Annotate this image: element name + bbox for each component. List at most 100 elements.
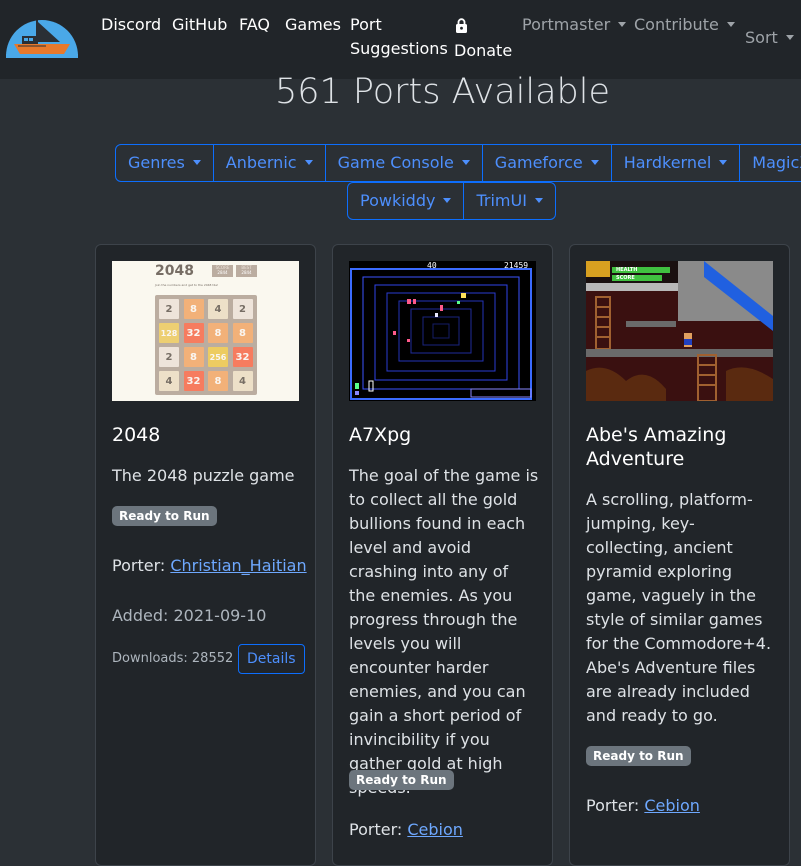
filter-label: MagicX: [752, 153, 801, 172]
download-count: Downloads: 28552: [112, 651, 234, 666]
thumb-hud-right: 21459: [504, 261, 529, 270]
filter-label: Powkiddy: [360, 191, 436, 210]
filter-magicx-dropdown[interactable]: MagicX: [740, 145, 801, 181]
lock-icon: [456, 18, 467, 33]
thumb-best-value: 2844: [241, 270, 252, 275]
board-tile: 8: [183, 347, 204, 367]
port-screenshot-2048[interactable]: 2048 SCORE 2844 BEST 2844 Join the numbe…: [112, 261, 299, 401]
thumb-board: 2 8 4 2 128 32 8 8 2 8 256 32 4 32 8 4: [155, 295, 257, 395]
added-date: Added: 2021-09-10: [112, 606, 267, 625]
details-button[interactable]: Details: [238, 644, 305, 674]
sort-dropdown[interactable]: Sort: [745, 26, 794, 50]
filter-hardkernel-dropdown[interactable]: Hardkernel: [612, 145, 741, 181]
nav-link-discord[interactable]: Discord: [101, 13, 161, 37]
board-tile: 4: [159, 371, 179, 391]
thumb-hud-left: 40: [427, 261, 437, 270]
filter-anbernic-dropdown[interactable]: Anbernic: [214, 145, 326, 181]
filter-group-row-2: Powkiddy TrimUI: [347, 182, 556, 220]
card-title: Abe's Amazing Adventure: [586, 423, 776, 471]
navbar: Discord GitHub FAQ Games Port Suggestion…: [0, 0, 801, 79]
port-card-2048: 2048 SCORE 2844 BEST 2844 Join the numbe…: [95, 244, 316, 866]
nav-link-donate[interactable]: Donate: [454, 39, 512, 63]
board-tile: 128: [159, 323, 179, 343]
port-card-a7xpg: 40 21459 A7Xpg The goal of the game is t…: [332, 244, 553, 866]
porter-label: Porter:: [349, 820, 403, 839]
card-title: 2048: [112, 424, 161, 446]
filter-label: Gameforce: [494, 153, 583, 172]
ready-to-run-badge: Ready to Run: [349, 770, 454, 790]
card-description: The goal of the game is to collect all t…: [349, 466, 539, 797]
port-suggestions-line-1: Port: [350, 15, 382, 34]
porter-line: Porter: Christian_Haitian: [112, 554, 307, 578]
board-tile: 4: [208, 299, 228, 319]
chevron-down-icon: [534, 198, 543, 203]
port-card-abes-amazing-adventure: HEALTH SCORE Abe's Amazing Adventure A s…: [569, 244, 790, 866]
card-title-line-2: Adventure: [586, 448, 685, 470]
porter-link[interactable]: Christian_Haitian: [170, 556, 306, 575]
thumb-game-title: 2048: [155, 263, 194, 279]
a7xpg-game-scene: [350, 268, 532, 400]
thumb-best-box: BEST 2844: [236, 265, 257, 277]
filter-powkiddy-dropdown[interactable]: Powkiddy: [348, 183, 465, 219]
chevron-down-icon: [304, 160, 313, 165]
chevron-down-icon: [461, 160, 470, 165]
filter-label: TrimUI: [476, 191, 527, 210]
chevron-down-icon: [590, 160, 599, 165]
filter-label: Hardkernel: [623, 153, 712, 172]
port-suggestions-line-2: Suggestions: [350, 39, 448, 58]
board-tile: 32: [183, 371, 204, 391]
chevron-down-icon: [726, 22, 735, 27]
card-description: A scrolling, platform-jumping, key-colle…: [586, 490, 772, 725]
filter-game-console-dropdown[interactable]: Game Console: [326, 145, 483, 181]
filter-label: Genres: [128, 153, 185, 172]
board-tile: 2: [159, 347, 179, 367]
thumb-score-box: SCORE 2844: [212, 265, 233, 277]
board-tile: 8: [183, 299, 204, 319]
board-tile: 8: [208, 323, 228, 343]
port-screenshot-a7xpg[interactable]: 40 21459: [349, 261, 536, 401]
portmaster-boat-logo[interactable]: [6, 14, 78, 58]
thumb-score-value: 2844: [217, 270, 228, 275]
filter-gameforce-dropdown[interactable]: Gameforce: [483, 145, 612, 181]
card-title-line-1: Abe's Amazing: [586, 424, 727, 446]
abes-adventure-game-scene: [586, 261, 773, 401]
card-title: A7Xpg: [349, 424, 412, 446]
ready-to-run-badge: Ready to Run: [586, 746, 691, 766]
nav-link-port-suggestions[interactable]: Port Suggestions: [350, 13, 448, 61]
thumb-subtitle: Join the numbers and get to the 2048 til…: [155, 283, 219, 287]
filter-genres-dropdown[interactable]: Genres: [116, 145, 214, 181]
chevron-down-icon: [785, 35, 794, 40]
porter-line: Porter: Cebion: [349, 818, 463, 842]
board-tile: 8: [232, 323, 253, 343]
nav-link-faq[interactable]: FAQ: [239, 13, 270, 37]
porter-link[interactable]: Cebion: [644, 796, 700, 815]
chevron-down-icon: [719, 160, 728, 165]
porter-label: Porter:: [112, 556, 166, 575]
filter-label: Game Console: [337, 153, 454, 172]
chevron-down-icon: [618, 22, 627, 27]
board-tile: 32: [183, 323, 204, 343]
porter-link[interactable]: Cebion: [407, 820, 463, 839]
contribute-dropdown-label: Contribute: [634, 15, 719, 34]
ready-to-run-badge: Ready to Run: [112, 506, 217, 526]
filter-trimui-dropdown[interactable]: TrimUI: [464, 183, 554, 219]
port-screenshot-abes-amazing-adventure[interactable]: HEALTH SCORE: [586, 261, 773, 401]
nav-link-games[interactable]: Games: [285, 13, 341, 37]
nav-link-github[interactable]: GitHub: [172, 13, 227, 37]
page-title: 561 Ports Available: [274, 72, 611, 112]
board-tile: 2: [232, 299, 253, 319]
portmaster-dropdown[interactable]: Portmaster: [522, 13, 627, 37]
board-tile: 256: [208, 347, 228, 367]
chevron-down-icon: [192, 160, 201, 165]
board-tile: 2: [159, 299, 179, 319]
filter-group-row-1: Genres Anbernic Game Console Gameforce H…: [115, 144, 801, 182]
portmaster-dropdown-label: Portmaster: [522, 15, 611, 34]
board-tile: 8: [208, 371, 228, 391]
thumb-health-label: HEALTH: [616, 267, 638, 273]
card-description: The 2048 puzzle game: [112, 466, 295, 485]
contribute-dropdown[interactable]: Contribute: [634, 13, 735, 37]
sort-dropdown-label: Sort: [745, 28, 778, 47]
chevron-down-icon: [443, 198, 452, 203]
board-tile: 32: [232, 347, 253, 367]
porter-line: Porter: Cebion: [586, 794, 700, 818]
